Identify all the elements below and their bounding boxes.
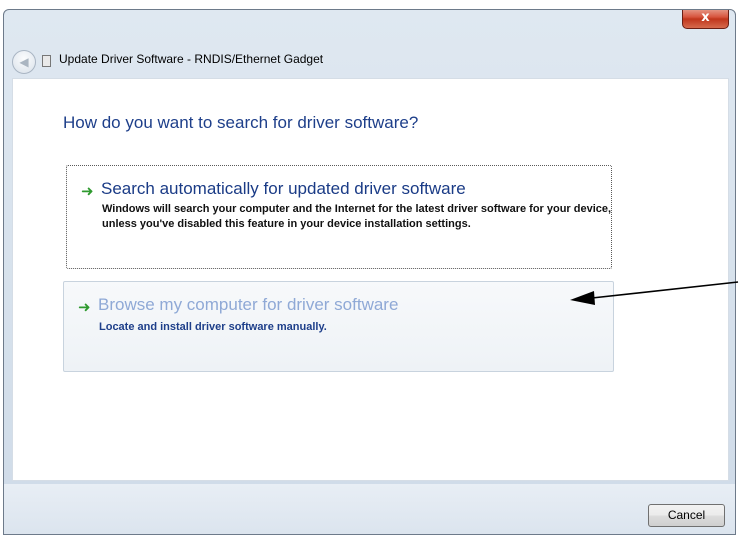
option-description: Windows will search your computer and th…	[102, 203, 612, 230]
back-arrow-icon: ◀	[19, 55, 29, 69]
option-title: Browse my computer for driver software	[98, 295, 399, 314]
close-button[interactable]: x	[682, 10, 729, 29]
dialog-window: x ◀ Update Driver Software - RNDIS/Ether…	[3, 9, 736, 535]
page-heading: How do you want to search for driver sof…	[63, 113, 419, 132]
green-arrow-icon: ➜	[81, 182, 94, 200]
option-title: Search automatically for updated driver …	[101, 179, 466, 198]
title-bar: ◀ Update Driver Software - RNDIS/Etherne…	[4, 40, 735, 74]
green-arrow-icon: ➜	[78, 298, 91, 316]
device-icon	[42, 55, 51, 67]
browse-computer-option[interactable]: ➜ Browse my computer for driver software…	[63, 281, 614, 372]
content-area: How do you want to search for driver sof…	[12, 78, 729, 481]
option-description: Locate and install driver software manua…	[99, 321, 327, 333]
cancel-button[interactable]: Cancel	[648, 504, 725, 527]
window-title: Update Driver Software - RNDIS/Ethernet …	[59, 52, 324, 66]
search-automatically-option[interactable]: ➜ Search automatically for updated drive…	[66, 165, 612, 269]
back-button[interactable]: ◀	[12, 50, 36, 74]
footer-bar: Cancel	[4, 484, 735, 534]
